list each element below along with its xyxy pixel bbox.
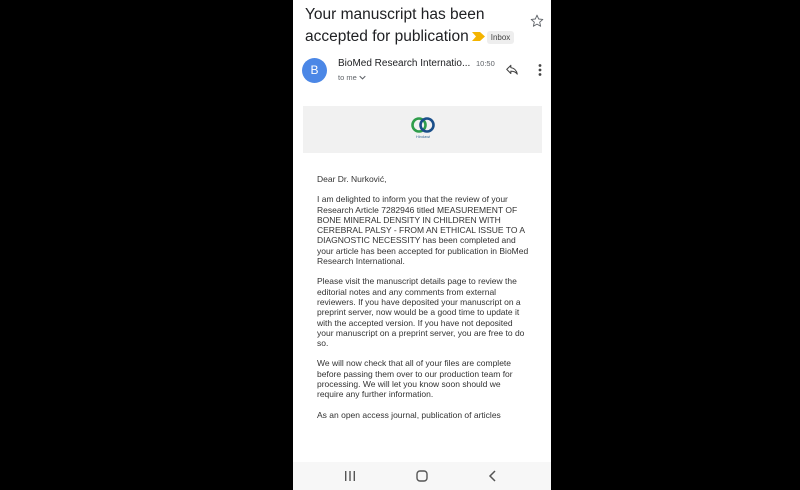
greeting: Dear Dr. Nurković, xyxy=(317,174,387,184)
body-paragraph: Please visit the manuscript details page… xyxy=(317,276,525,349)
body-paragraph: I am delighted to inform you that the re… xyxy=(317,194,529,267)
email-subject: Your manuscript has been accepted for pu… xyxy=(305,4,515,48)
more-vert-icon[interactable] xyxy=(537,63,543,77)
star-icon[interactable] xyxy=(530,14,544,28)
email-banner: Hindawi xyxy=(303,106,542,153)
chevron-down-icon xyxy=(359,73,366,82)
body-paragraph: As an open access journal, publication o… xyxy=(317,409,501,420)
avatar[interactable]: B xyxy=(302,58,327,83)
recipient-details-toggle[interactable]: to me xyxy=(338,73,366,82)
logo-wordmark: Hindawi xyxy=(415,134,431,139)
sender-info: B BioMed Research Internatio... 10:50 to… xyxy=(302,58,546,88)
back-icon[interactable] xyxy=(486,469,500,483)
email-body: Dear Dr. Nurković, I am delighted to inf… xyxy=(317,174,529,430)
subject-header: Your manuscript has been accepted for pu… xyxy=(305,4,539,48)
sender-name[interactable]: BioMed Research Internatio... xyxy=(338,58,470,69)
subject-text: Your manuscript has been accepted for pu… xyxy=(305,6,485,46)
important-marker-icon[interactable] xyxy=(471,26,485,48)
recipient-label: to me xyxy=(338,73,357,82)
home-icon[interactable] xyxy=(415,469,429,483)
system-nav-bar xyxy=(293,462,551,490)
reply-icon[interactable] xyxy=(505,63,519,77)
inbox-label-badge[interactable]: Inbox xyxy=(486,30,515,44)
email-screen: Your manuscript has been accepted for pu… xyxy=(293,0,551,490)
recents-icon[interactable] xyxy=(343,469,357,483)
sent-time: 10:50 xyxy=(476,59,495,68)
body-paragraph: We will now check that all of your files… xyxy=(317,358,513,400)
hindawi-logo: Hindawi xyxy=(409,116,437,142)
